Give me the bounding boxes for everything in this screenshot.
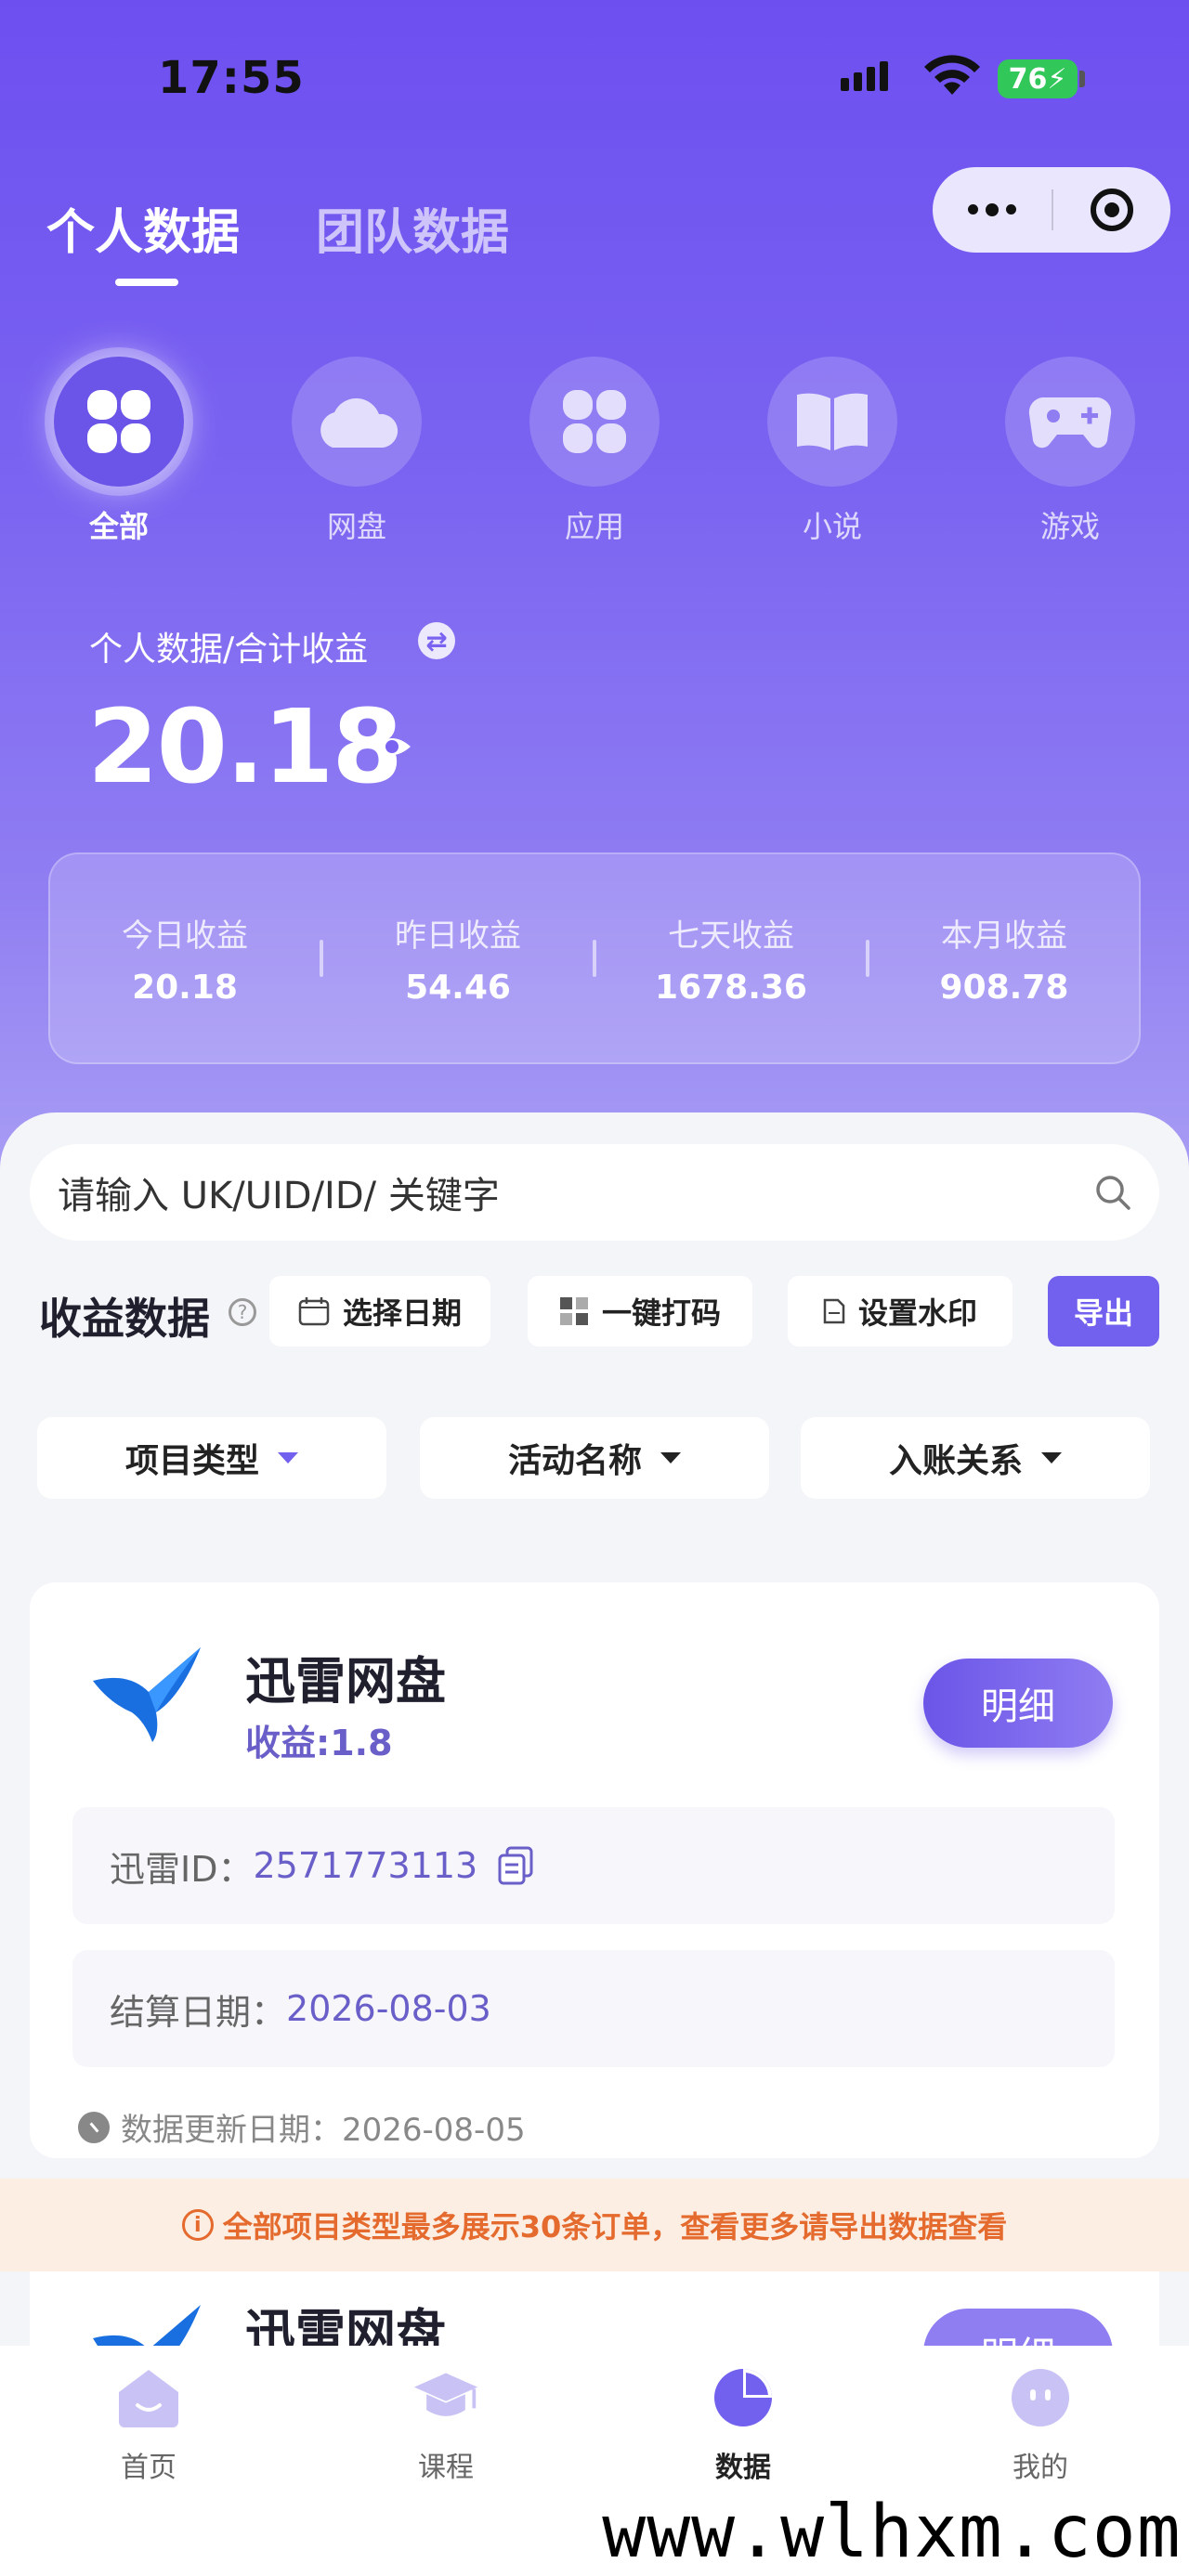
clover-icon [87,390,150,453]
earnings-section-title: 收益数据 [39,1294,210,1344]
tab-mine[interactable]: 我的 [957,2364,1124,2485]
watermark-icon [823,1298,845,1324]
category-label: 全部 [88,509,149,544]
battery-indicator: 76 ⚡ [998,59,1078,98]
update-date: 数据更新日期：2026-08-05 [78,2104,526,2150]
chevron-down-icon [1041,1452,1062,1464]
filter-account-relation[interactable]: 入账关系 [801,1417,1150,1499]
category-label: 应用 [564,509,624,544]
detail-button[interactable]: 明细 [923,1659,1113,1748]
swap-icon[interactable]: ⇄ [418,622,455,659]
card-title: 迅雷网盘 [245,1652,446,1711]
graduation-cap-icon [413,2373,478,2416]
book-icon [797,393,868,450]
battery-cap [1079,71,1085,87]
help-icon[interactable]: ? [229,1298,256,1326]
one-click-code-button[interactable]: 一键打码 [528,1276,752,1347]
search-input[interactable]: 请输入 UK/UID/ID/ 关键字 [30,1144,1159,1241]
category-novel[interactable]: 小说 [767,357,897,546]
site-watermark: www.wlhxm.com [594,2489,1189,2576]
calendar-icon [298,1297,330,1326]
tab-personal-data[interactable]: 个人数据 [46,193,240,263]
filter-project-type[interactable]: 项目类型 [37,1417,386,1499]
category-apps[interactable]: 应用 [529,357,660,546]
settlement-date-row: 结算日期： 2026-08-03 [72,1950,1115,2067]
xunlei-id-row: 迅雷ID： 2571773113 [72,1807,1115,1924]
miniprogram-capsule [933,167,1170,253]
cellular-signal-icon [841,61,888,91]
more-icon[interactable] [933,202,1052,216]
info-icon: i [181,2209,214,2241]
category-all[interactable]: 全部 [54,357,184,546]
stat-today: 今日收益 20.18 [122,917,248,1007]
chevron-down-icon [278,1452,298,1464]
cloud-icon [320,397,399,448]
tab-active-indicator [115,279,178,286]
category-label: 小说 [802,509,862,544]
pie-chart-icon [714,2369,772,2426]
mosaic-icon [559,1297,588,1325]
wifi-icon [924,55,980,95]
profile-icon [1012,2369,1069,2426]
stat-month: 本月收益 908.78 [939,917,1069,1007]
apps-icon [563,390,626,453]
clock-icon [78,2111,110,2143]
total-earnings: 20.18 [87,687,403,806]
category-games[interactable]: 游戏 [1005,357,1135,546]
card-earnings: 收益:1.8 [245,1723,393,1763]
status-time: 17:55 [158,52,305,104]
close-target-icon[interactable] [1053,189,1170,231]
stat-seven-days: 七天收益 1678.36 [655,917,807,1007]
tab-courses[interactable]: 课程 [362,2364,529,2485]
search-placeholder: 请输入 UK/UID/ID/ 关键字 [58,1175,500,1217]
category-label: 网盘 [326,509,386,544]
tab-data[interactable]: 数据 [660,2364,827,2485]
tab-home[interactable]: 首页 [65,2364,232,2485]
summary-title: 个人数据/合计收益 [89,631,369,669]
tab-team-data[interactable]: 团队数据 [316,193,509,263]
category-label: 游戏 [1039,509,1100,544]
earnings-stats: 今日收益 20.18 昨日收益 54.46 七天收益 1678.36 本月收益 … [48,852,1141,1064]
notice-banner: i 全部项目类型最多展示30条订单，查看更多请导出数据查看 [0,2179,1189,2271]
stat-yesterday: 昨日收益 54.46 [395,917,521,1007]
home-icon [119,2370,178,2427]
gamepad-icon [1028,397,1112,449]
export-button[interactable]: 导出 [1048,1276,1159,1347]
copy-icon[interactable] [498,1846,533,1885]
filter-activity-name[interactable]: 活动名称 [420,1417,769,1499]
xunlei-bird-icon [93,1647,201,1742]
chevron-down-icon [660,1452,681,1464]
select-date-button[interactable]: 选择日期 [269,1276,490,1347]
eye-icon[interactable] [372,726,412,767]
set-watermark-button[interactable]: 设置水印 [788,1276,1013,1347]
category-netdisk[interactable]: 网盘 [292,357,422,546]
search-icon[interactable] [1094,1174,1131,1211]
